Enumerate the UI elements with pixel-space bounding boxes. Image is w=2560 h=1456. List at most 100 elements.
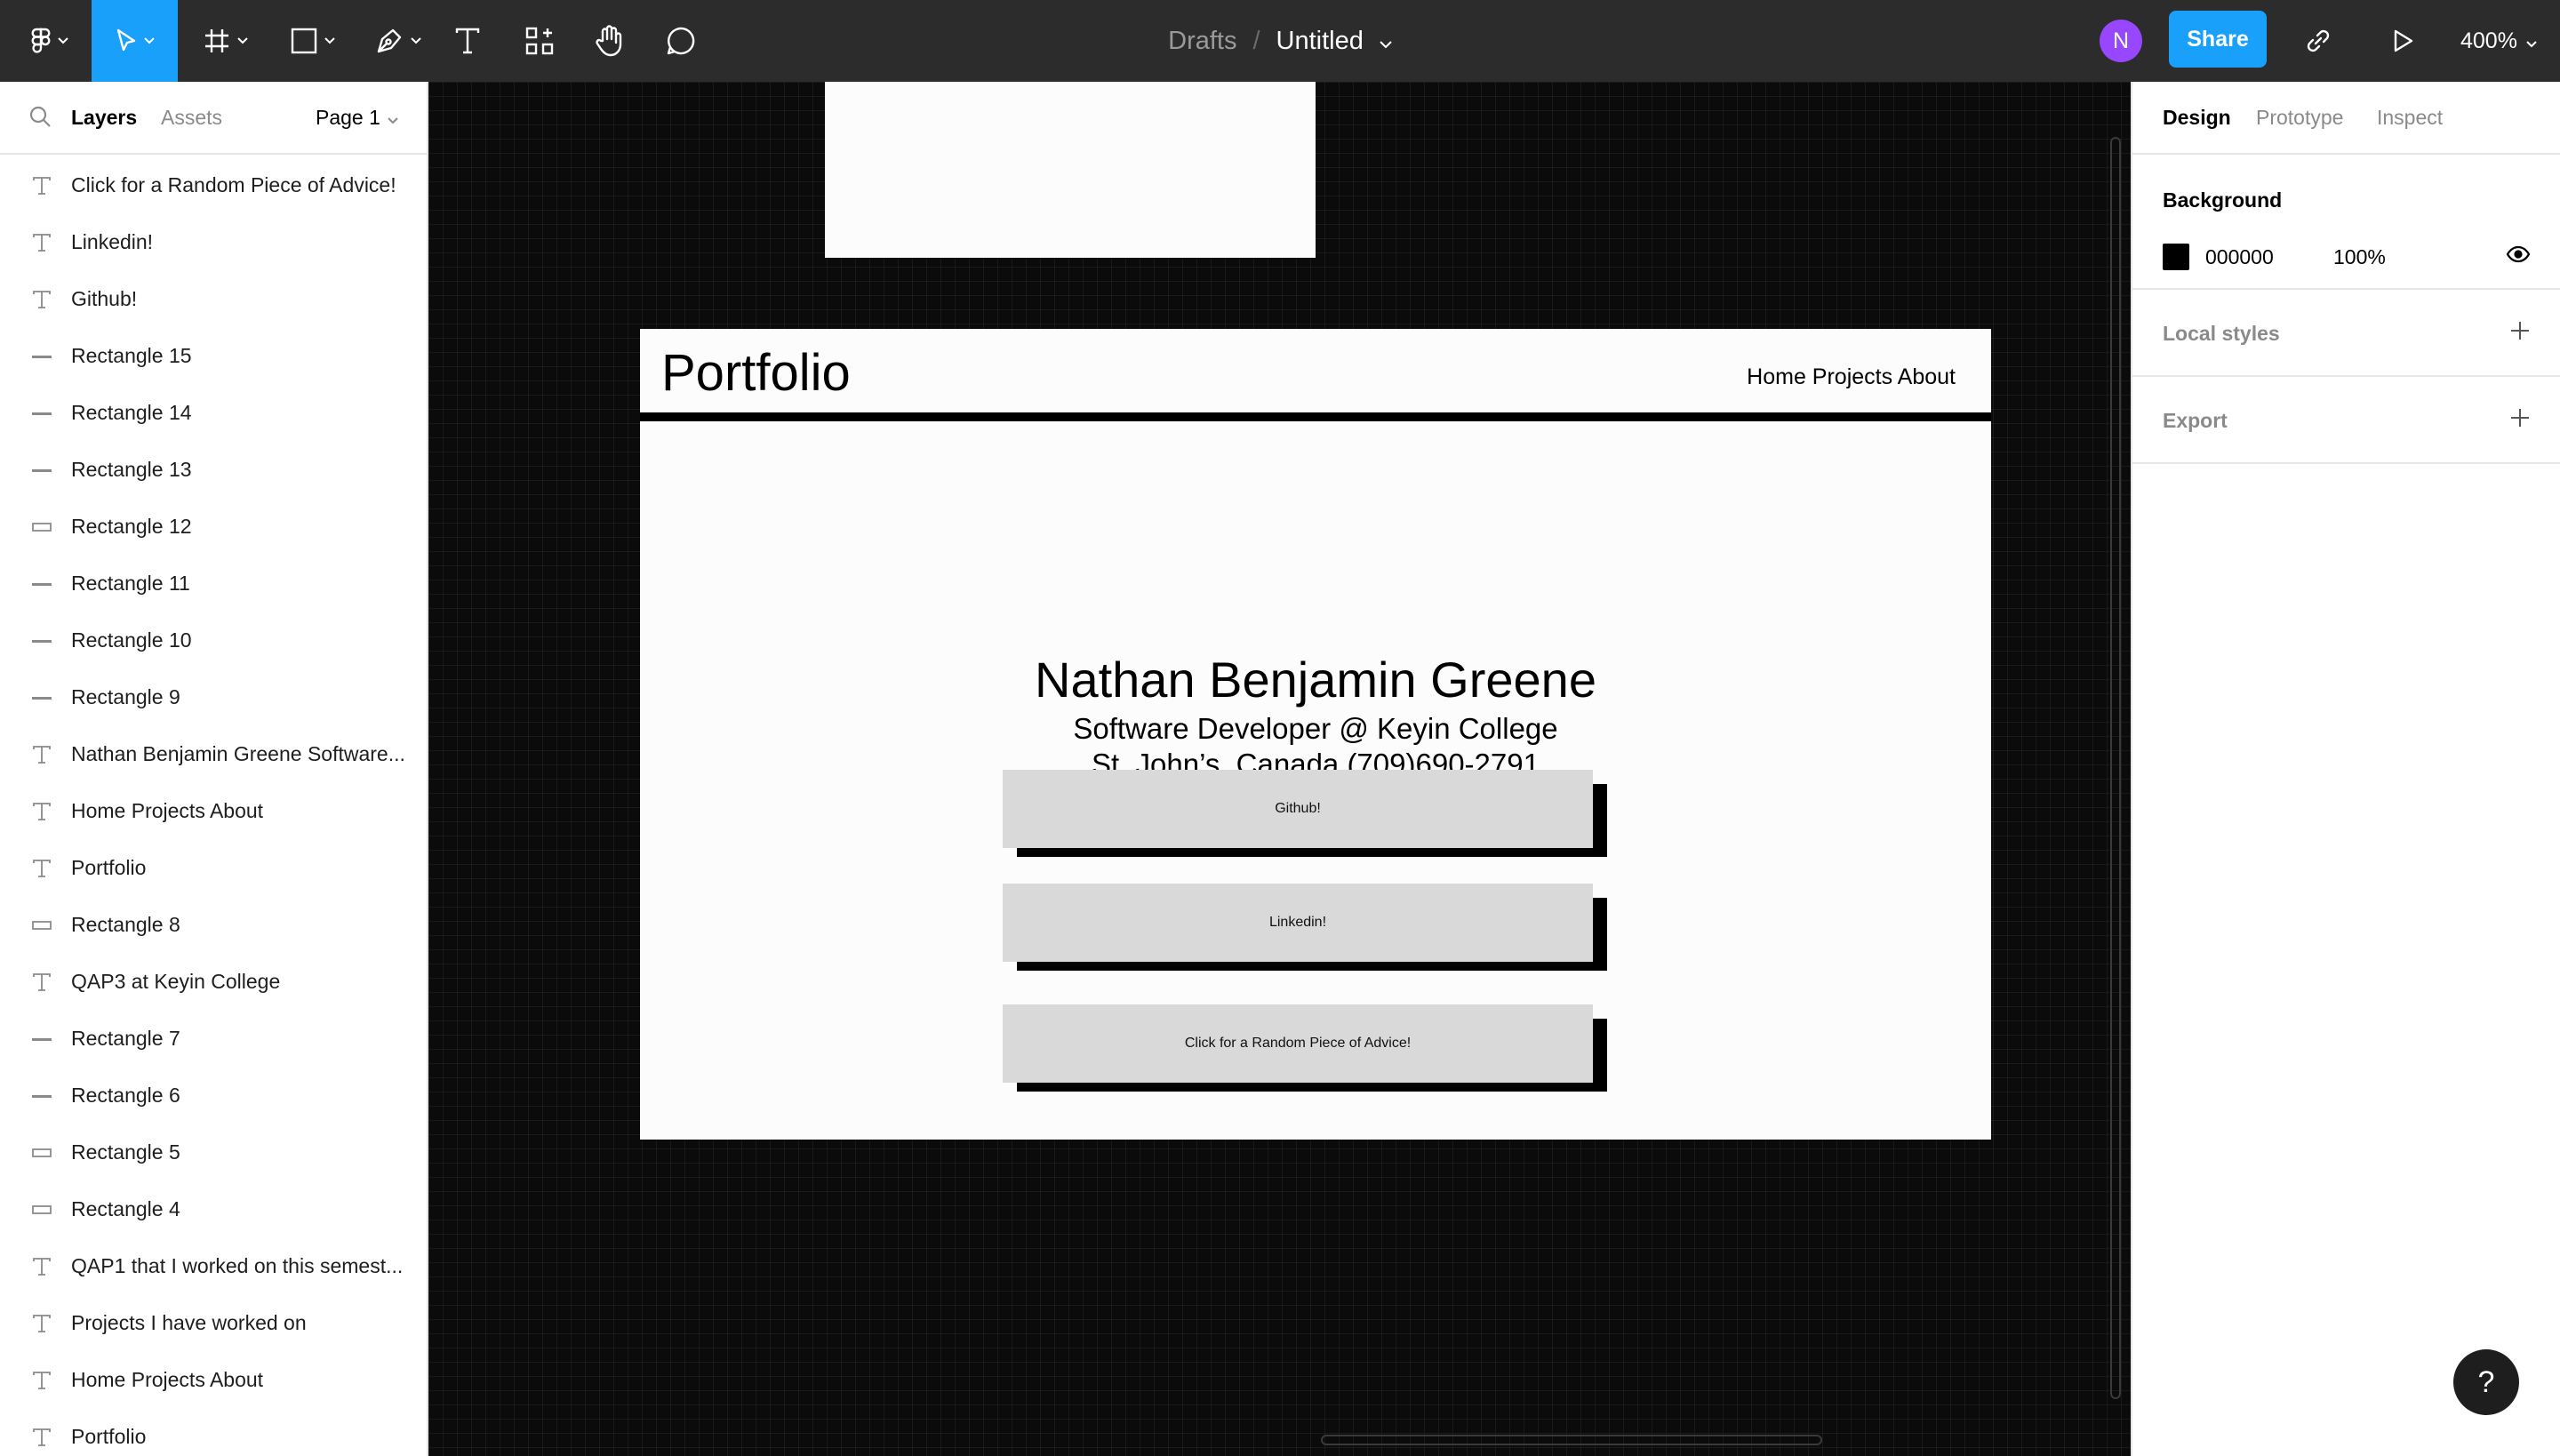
- add-local-style-icon[interactable]: [2509, 320, 2531, 346]
- layer-label: Rectangle 10: [71, 628, 192, 652]
- layer-item[interactable]: QAP3 at Keyin College: [0, 953, 427, 1010]
- portfolio-subtitle[interactable]: Software Developer @ Keyin College: [640, 711, 1991, 747]
- layer-item[interactable]: Rectangle 8: [0, 896, 427, 953]
- advice-button[interactable]: Click for a Random Piece of Advice!: [1003, 1004, 1593, 1083]
- background-swatch[interactable]: [2163, 244, 2189, 270]
- layer-item[interactable]: Projects I have worked on: [0, 1294, 427, 1351]
- frame-tool-button[interactable]: [192, 0, 260, 82]
- github-button-group[interactable]: Github!: [1003, 770, 1607, 857]
- layer-item[interactable]: Rectangle 5: [0, 1124, 427, 1180]
- horizontal-scrollbar[interactable]: [1321, 1435, 1822, 1445]
- move-tool-button[interactable]: [92, 0, 178, 82]
- shape-tool-button[interactable]: [279, 0, 347, 82]
- background-title: Background: [2163, 188, 2283, 212]
- layer-item[interactable]: Linkedin!: [0, 213, 427, 270]
- chevron-down-icon: [324, 37, 335, 44]
- eye-icon[interactable]: [2506, 245, 2531, 268]
- resources-tool-button[interactable]: [522, 0, 557, 82]
- breadcrumb-separator: /: [1252, 26, 1260, 55]
- main-menu-button[interactable]: [23, 0, 76, 82]
- line-layer-icon: [32, 1029, 52, 1049]
- layer-item[interactable]: Rectangle 13: [0, 441, 427, 498]
- layer-item[interactable]: Home Projects About: [0, 782, 427, 839]
- frame-partial-top[interactable]: [825, 82, 1316, 258]
- portfolio-frame[interactable]: Portfolio Home Projects About Nathan Ben…: [640, 329, 1991, 1140]
- layer-item[interactable]: Rectangle 14: [0, 384, 427, 441]
- file-title[interactable]: Untitled: [1276, 27, 1364, 56]
- background-opacity-input[interactable]: 100%: [2333, 245, 2386, 269]
- layer-item[interactable]: Rectangle 6: [0, 1067, 427, 1124]
- advice-button-group[interactable]: Click for a Random Piece of Advice!: [1003, 1004, 1607, 1092]
- line-layer-icon: [32, 460, 52, 480]
- tab-layers[interactable]: Layers: [71, 106, 137, 130]
- pen-tool-button[interactable]: [364, 0, 432, 82]
- layer-item[interactable]: Rectangle 11: [0, 555, 427, 612]
- layer-label: Rectangle 11: [71, 571, 190, 595]
- rectangle-layer-icon: [32, 1200, 52, 1220]
- layers-panel-header: Layers Assets Page 1: [0, 82, 427, 155]
- chevron-down-icon: [143, 37, 155, 44]
- zoom-dropdown[interactable]: 400%: [2460, 0, 2537, 82]
- canvas[interactable]: Portfolio Home Projects About Nathan Ben…: [428, 82, 2131, 1456]
- text-layer-icon: [32, 290, 52, 309]
- layer-label: Projects I have worked on: [71, 1310, 307, 1334]
- comment-tool-button[interactable]: [663, 0, 699, 82]
- header-divider[interactable]: [640, 412, 1991, 421]
- present-button[interactable]: [2386, 0, 2421, 82]
- chevron-down-icon[interactable]: [1380, 27, 1392, 56]
- layer-label: Nathan Benjamin Greene Software...: [71, 741, 405, 765]
- layer-item[interactable]: Github!: [0, 270, 427, 327]
- chevron-down-icon: [2526, 28, 2537, 54]
- figma-menu-icon: [31, 28, 51, 54]
- layer-label: Portfolio: [71, 855, 147, 879]
- hand-tool-button[interactable]: [592, 0, 628, 82]
- layer-item[interactable]: Rectangle 9: [0, 668, 427, 725]
- text-layer-icon: [32, 859, 52, 878]
- layer-item[interactable]: QAP1 that I worked on this semest...: [0, 1237, 427, 1294]
- vertical-scrollbar[interactable]: [2110, 137, 2121, 1399]
- tab-design[interactable]: Design: [2163, 106, 2231, 130]
- layer-item[interactable]: Click for a Random Piece of Advice!: [0, 156, 427, 213]
- share-button[interactable]: Share: [2169, 11, 2267, 68]
- linkedin-button[interactable]: Linkedin!: [1003, 884, 1593, 962]
- copy-link-button[interactable]: [2300, 0, 2336, 82]
- layer-item[interactable]: Portfolio: [0, 839, 427, 896]
- layer-item[interactable]: Rectangle 10: [0, 612, 427, 668]
- rectangle-layer-icon: [32, 916, 52, 935]
- portfolio-title[interactable]: Portfolio: [661, 343, 851, 403]
- portfolio-nav[interactable]: Home Projects About: [1747, 364, 1956, 390]
- text-tool-button[interactable]: [450, 0, 485, 82]
- add-export-icon[interactable]: [2509, 407, 2531, 433]
- linkedin-button-group[interactable]: Linkedin!: [1003, 884, 1607, 971]
- tab-prototype[interactable]: Prototype: [2256, 106, 2343, 130]
- help-button[interactable]: ?: [2453, 1349, 2519, 1415]
- search-icon[interactable]: [28, 105, 52, 132]
- tab-assets[interactable]: Assets: [161, 106, 222, 130]
- link-icon: [2304, 27, 2332, 55]
- layer-item[interactable]: Rectangle 4: [0, 1180, 427, 1237]
- layer-label: Portfolio: [71, 1424, 147, 1448]
- layer-item[interactable]: Portfolio: [0, 1408, 427, 1456]
- tab-inspect[interactable]: Inspect: [2377, 106, 2443, 130]
- github-button[interactable]: Github!: [1003, 770, 1593, 848]
- layer-item[interactable]: Rectangle 7: [0, 1010, 427, 1067]
- layer-list: Click for a Random Piece of Advice! Linke…: [0, 156, 427, 1456]
- layer-item[interactable]: Rectangle 15: [0, 327, 427, 384]
- layer-item[interactable]: Nathan Benjamin Greene Software...: [0, 725, 427, 782]
- toolbar: Drafts / Untitled N Share 400%: [0, 0, 2560, 82]
- rectangle-layer-icon: [32, 1143, 52, 1163]
- line-layer-icon: [32, 574, 52, 594]
- breadcrumb-drafts[interactable]: Drafts: [1168, 27, 1236, 56]
- layer-item[interactable]: Home Projects About: [0, 1351, 427, 1408]
- layer-label: Rectangle 13: [71, 457, 192, 481]
- hand-icon: [595, 25, 625, 57]
- move-icon: [116, 28, 137, 53]
- avatar[interactable]: N: [2100, 20, 2142, 62]
- layer-item[interactable]: Rectangle 12: [0, 498, 427, 555]
- export-section: Export: [2132, 377, 2560, 464]
- portfolio-name[interactable]: Nathan Benjamin Greene: [640, 651, 1991, 708]
- page-selector[interactable]: Page 1: [316, 106, 398, 130]
- layer-label: QAP1 that I worked on this semest...: [71, 1253, 404, 1277]
- background-hex-input[interactable]: 000000: [2205, 245, 2274, 269]
- layer-label: Home Projects About: [71, 1367, 264, 1391]
